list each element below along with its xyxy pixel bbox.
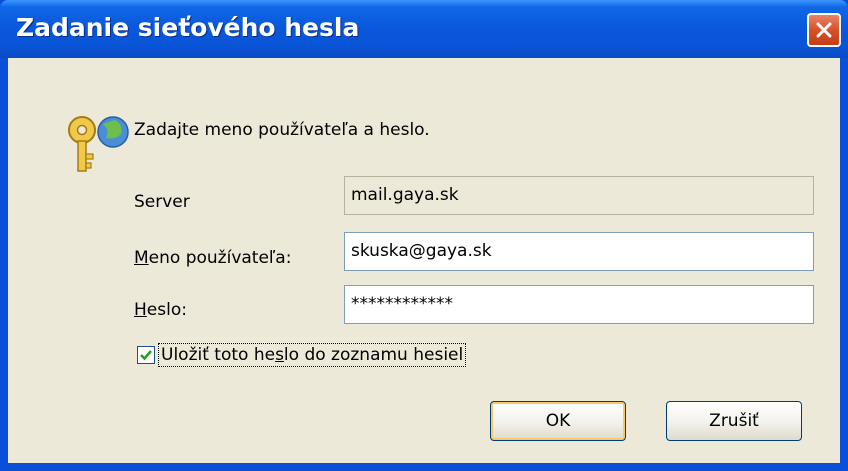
password-label-text: eslo:	[146, 300, 187, 320]
password-label-accesskey: H	[134, 300, 147, 320]
username-input[interactable]: skuska@gaya.sk	[344, 232, 814, 271]
close-icon	[816, 22, 832, 38]
server-field: mail.gaya.sk	[344, 176, 814, 215]
remember-label-accesskey: s	[275, 345, 284, 365]
ok-button[interactable]: OK	[490, 401, 626, 441]
password-label: Heslo:	[134, 300, 187, 320]
close-button[interactable]	[807, 13, 841, 47]
server-label: Server	[134, 192, 190, 212]
username-label-accesskey: M	[134, 248, 149, 268]
checkmark-icon	[140, 350, 152, 361]
username-label: Meno používateľa:	[134, 248, 291, 268]
window-title: Zadanie sieťového hesla	[16, 13, 360, 42]
dialog-body: Zadajte meno používateľa a heslo. Server…	[8, 58, 840, 463]
password-input[interactable]: ************	[344, 285, 814, 324]
username-label-text: eno používateľa:	[148, 248, 292, 268]
remember-label-part2: lo do zoznamu hesiel	[283, 345, 464, 365]
cancel-button[interactable]: Zrušiť	[666, 401, 802, 441]
prompt-text: Zadajte meno používateľa a heslo.	[134, 120, 430, 140]
remember-password-row[interactable]: Uložiť toto heslo do zoznamu hesiel	[137, 343, 467, 367]
key-globe-icon	[68, 116, 129, 172]
dialog-window: Zadanie sieťového hesla Zadajte meno pou…	[0, 0, 848, 471]
remember-label-part1: Uložiť toto he	[161, 345, 276, 365]
remember-password-checkbox[interactable]	[137, 346, 155, 364]
title-bar[interactable]: Zadanie sieťového hesla	[0, 0, 848, 58]
remember-password-label[interactable]: Uložiť toto heslo do zoznamu hesiel	[158, 343, 467, 367]
